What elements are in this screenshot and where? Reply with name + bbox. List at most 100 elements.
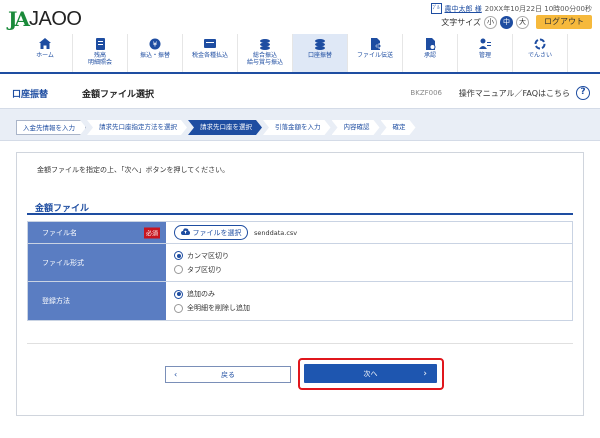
format-comma-label: カンマ区切り xyxy=(187,251,229,260)
format-radio-tab[interactable]: タブ区切り xyxy=(174,265,572,275)
nav-item-admin[interactable]: 管理 xyxy=(458,34,513,72)
page-title: 金額ファイル選択 xyxy=(82,89,155,100)
svg-text:¥: ¥ xyxy=(153,41,158,49)
step-5: 内容確認 xyxy=(332,120,380,135)
radio-unchecked-icon xyxy=(174,265,183,274)
ja-logo-text: JAOO xyxy=(28,7,82,30)
nav-item-file-transfer[interactable]: ファイル伝送 xyxy=(348,34,403,72)
tax-payment-icon xyxy=(203,38,217,50)
file-format-label-text: ファイル形式 xyxy=(42,258,84,267)
screen-id: BKZF006 xyxy=(410,89,442,97)
chevron-left-icon: ‹ xyxy=(174,370,178,379)
file-name-row: ファイル名 必須 ファイルを選択 senddata.csv xyxy=(28,222,572,244)
next-button-label: 次へ xyxy=(363,369,378,378)
file-select-button[interactable]: ファイルを選択 xyxy=(174,225,248,240)
register-radio-add-only[interactable]: 追加のみ xyxy=(174,289,572,299)
section-name: 口座振替 xyxy=(12,89,49,100)
font-size-controls: 文字サイズ 小 中 大 ログアウト xyxy=(441,15,592,29)
nav-label: 口座振替 xyxy=(307,52,332,59)
densai-icon xyxy=(533,38,547,50)
ledger-icon xyxy=(93,38,107,50)
global-nav: ホーム 残高 明細照会 ¥ 振込・振替 税金各種払込 総合振込 給与賞与振込 口… xyxy=(0,34,600,74)
main-panel: 金額ファイルを指定の上、「次へ」ボタンを押してください。 金額ファイル ファイル… xyxy=(16,152,584,416)
nav-item-densai[interactable]: でんさい xyxy=(513,34,568,72)
radio-checked-icon xyxy=(174,289,183,299)
nav-item-approval[interactable]: 承認 xyxy=(403,34,458,72)
file-select-label: ファイルを選択 xyxy=(192,228,242,237)
nav-label: 振込・振替 xyxy=(139,52,170,59)
next-button[interactable]: 次へ › xyxy=(304,364,437,383)
nav-item-transfer[interactable]: ¥ 振込・振替 xyxy=(128,34,183,72)
nav-item-bulk-transfer[interactable]: 総合振込 給与賞与振込 xyxy=(238,34,293,72)
nav-label: 総合振込 給与賞与振込 xyxy=(246,52,283,66)
transfer-icon: ¥ xyxy=(148,38,162,50)
step-3-current: 請求先口座を選択 xyxy=(188,120,262,135)
nav-label: 税金各種払込 xyxy=(191,52,228,59)
step-list: 入金先情報を入力 請求先口座指定方法を選択 請求先口座を選択 引落金額を入力 内… xyxy=(16,120,417,135)
ja-logo[interactable]: JA JAOO xyxy=(8,7,82,31)
box-divider xyxy=(27,343,573,344)
home-icon xyxy=(38,38,52,50)
step-4: 引落金額を入力 xyxy=(263,120,331,135)
font-size-small-button[interactable]: 小 xyxy=(484,15,497,29)
step-6: 確定 xyxy=(381,120,416,135)
cloud-upload-icon xyxy=(180,228,190,237)
bulk-transfer-icon xyxy=(258,38,272,50)
radio-unchecked-icon xyxy=(174,303,183,313)
file-transfer-icon xyxy=(368,38,382,50)
box-title-underline xyxy=(27,213,573,215)
back-button[interactable]: ‹ 戻る xyxy=(165,366,291,383)
nav-item-account-transfer[interactable]: 口座振替 xyxy=(293,34,348,72)
nav-item-balance[interactable]: 残高 明細照会 xyxy=(73,34,128,72)
app-header: JA JAOO ﾌﾞﾙ 農中太郎 様 20XX年10月22日 10時00分00秒… xyxy=(0,0,600,34)
instruction-text: 金額ファイルを指定の上、「次へ」ボタンを押してください。 xyxy=(37,166,230,174)
user-badge-icon: ﾌﾞﾙ xyxy=(430,3,442,14)
file-name-value: ファイルを選択 senddata.csv xyxy=(166,222,572,243)
nav-item-home[interactable]: ホーム xyxy=(18,34,73,72)
file-format-value: カンマ区切り タブ区切り xyxy=(166,244,572,281)
font-size-large-button[interactable]: 大 xyxy=(516,15,529,29)
ja-logo-mark: JA xyxy=(8,7,30,31)
radio-checked-icon xyxy=(174,251,183,260)
nav-label: 承認 xyxy=(423,52,436,59)
register-method-label: 登録方法 xyxy=(28,282,166,320)
help-icon[interactable]: ? xyxy=(576,86,590,100)
user-info: ﾌﾞﾙ 農中太郎 様 20XX年10月22日 10時00分00秒 xyxy=(430,3,592,14)
next-button-highlight: 次へ › xyxy=(298,358,444,390)
back-button-label: 戻る xyxy=(221,370,235,379)
nav-label: 残高 明細照会 xyxy=(87,52,112,66)
nav-label: 管理 xyxy=(478,52,491,59)
register-method-value: 追加のみ 全明細を削除し追加 xyxy=(166,282,572,320)
file-name-label: ファイル名 必須 xyxy=(28,222,166,243)
approval-icon xyxy=(423,38,437,50)
file-name-label-text: ファイル名 xyxy=(42,228,77,237)
step-progress-bar: 入金先情報を入力 請求先口座指定方法を選択 請求先口座を選択 引落金額を入力 内… xyxy=(0,108,600,141)
register-radio-replace[interactable]: 全明細を削除し追加 xyxy=(174,303,572,313)
font-size-label: 文字サイズ xyxy=(441,17,481,27)
register-add-only-label: 追加のみ xyxy=(187,290,215,298)
font-size-medium-button[interactable]: 中 xyxy=(500,15,513,29)
file-format-row: ファイル形式 カンマ区切り タブ区切り xyxy=(28,244,572,282)
chevron-right-icon: › xyxy=(423,368,427,379)
user-name-link[interactable]: 農中太郎 様 xyxy=(445,4,482,14)
amount-file-form: ファイル名 必須 ファイルを選択 senddata.csv ファイル形式 カンマ… xyxy=(27,221,573,321)
file-format-label: ファイル形式 xyxy=(28,244,166,281)
step-1: 入金先情報を入力 xyxy=(16,120,86,135)
required-badge: 必須 xyxy=(143,227,160,238)
last-login-time: 20XX年10月22日 10時00分00秒 xyxy=(484,4,592,13)
register-method-row: 登録方法 追加のみ 全明細を削除し追加 xyxy=(28,282,572,320)
file-select-row: ファイルを選択 senddata.csv xyxy=(174,225,572,240)
help-manual-link[interactable]: 操作マニュアル／FAQはこちら xyxy=(459,88,570,99)
format-radio-comma[interactable]: カンマ区切り xyxy=(174,251,572,261)
format-tab-label: タブ区切り xyxy=(187,265,222,274)
nav-label: でんさい xyxy=(527,52,552,59)
admin-icon xyxy=(478,38,492,50)
logout-button[interactable]: ログアウト xyxy=(536,15,592,29)
nav-label: ファイル伝送 xyxy=(356,52,393,59)
register-replace-label: 全明細を削除し追加 xyxy=(187,304,250,312)
nav-item-tax[interactable]: 税金各種払込 xyxy=(183,34,238,72)
page-title-bar: 口座振替 金額ファイル選択 BKZF006 操作マニュアル／FAQはこちら ? xyxy=(0,82,600,104)
selected-file-name: senddata.csv xyxy=(254,228,298,237)
step-2: 請求先口座指定方法を選択 xyxy=(87,120,187,135)
register-method-label-text: 登録方法 xyxy=(42,297,70,305)
